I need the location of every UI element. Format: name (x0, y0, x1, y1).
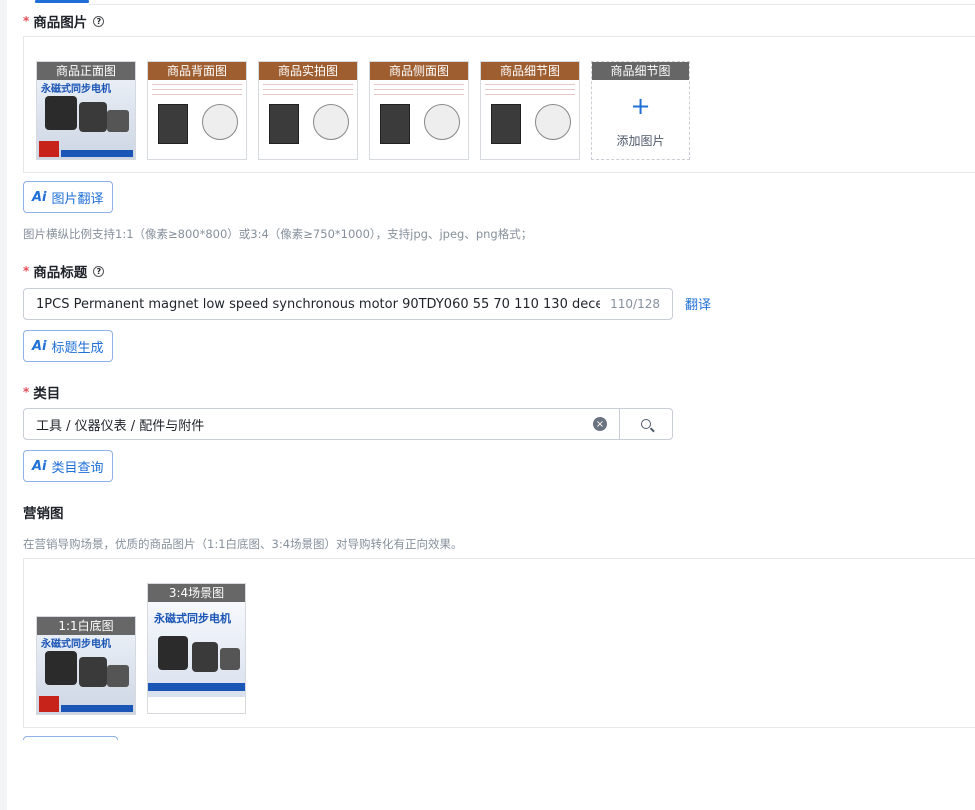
product-images-title: 商品图片 (33, 15, 88, 31)
thumb-overlay-text: 永磁式同步电机 (41, 84, 111, 95)
marketing-hint: 在营销导购场景，优质的商品图片（1:1白底图、3:4场景图）对导购转化有正向效果… (23, 537, 463, 551)
image-translate-button[interactable]: Ai 图片翻译 (23, 181, 113, 213)
category-query-button[interactable]: Ai 类目查询 (23, 450, 113, 482)
plus-icon: + (630, 92, 651, 120)
translate-link[interactable]: 翻译 (685, 294, 711, 313)
product-thumb-side[interactable]: 商品侧面图 (369, 61, 469, 160)
image-translate-label: 图片翻译 (51, 191, 104, 207)
thumb-caption: 1:1白底图 (37, 617, 135, 635)
required-mark: * (23, 385, 30, 399)
motor-drawing (370, 80, 468, 159)
required-mark: * (23, 264, 30, 278)
thumb-caption: 商品背面图 (148, 62, 246, 80)
next-ai-button-edge (23, 736, 118, 740)
category-value: 工具 / 仪器仪表 / 配件与附件 (36, 418, 205, 434)
form-card: * 商品图片 ? 永磁式同步电机 商品正面图 商品背面图 商品实拍图 商品侧面图… (7, 0, 975, 810)
thumb-caption: 商品实拍图 (259, 62, 357, 80)
motor-drawing (148, 80, 246, 159)
marketing-images-label: 营销图 (23, 502, 64, 522)
product-thumb-detail[interactable]: 商品细节图 (480, 61, 580, 160)
marketing-images-panel: 永磁式同步电机 1:1白底图 永磁式同步电机 3:4场景图 (23, 558, 975, 728)
product-title-label: * 商品标题 ? (23, 261, 105, 281)
product-thumb-back[interactable]: 商品背面图 (147, 61, 247, 160)
category-query-label: 类目查询 (51, 460, 104, 476)
motor-photo: 永磁式同步电机 (37, 80, 135, 159)
image-format-hint: 图片横纵比例支持1:1（像素≥800*800）或3:4（像素≥750*1000）… (23, 227, 533, 241)
product-thumb-real[interactable]: 商品实拍图 (258, 61, 358, 160)
ai-icon: Ai (32, 458, 47, 474)
category-input[interactable]: 工具 / 仪器仪表 / 配件与附件 × (23, 408, 620, 440)
ai-icon: Ai (32, 338, 47, 354)
motor-photo: 永磁式同步电机 (37, 635, 135, 714)
category-search-button[interactable] (620, 408, 673, 440)
thumb-caption: 商品侧面图 (370, 62, 468, 80)
search-icon (641, 419, 651, 429)
thumb-overlay-text: 永磁式同步电机 (41, 639, 111, 650)
scene-overlay-text: 永磁式同步电机 (154, 612, 231, 625)
title-generate-button[interactable]: Ai 标题生成 (23, 330, 113, 362)
product-thumb-front[interactable]: 永磁式同步电机 商品正面图 (36, 61, 136, 160)
thumb-caption: 商品细节图 (481, 62, 579, 80)
active-tab-indicator (35, 0, 89, 3)
product-title-input[interactable]: 1PCS Permanent magnet low speed synchron… (23, 288, 673, 320)
add-image-label: 添加图片 (616, 134, 665, 148)
thumb-caption: 3:4场景图 (148, 584, 245, 602)
required-mark: * (23, 14, 30, 28)
title-value: 1PCS Permanent magnet low speed synchron… (36, 296, 601, 312)
motor-drawing (481, 80, 579, 159)
product-images-panel: 永磁式同步电机 商品正面图 商品背面图 商品实拍图 商品侧面图 商品细节图 商品… (23, 36, 975, 173)
marketing-scene-image[interactable]: 永磁式同步电机 3:4场景图 (147, 583, 246, 714)
marketing-square-image[interactable]: 永磁式同步电机 1:1白底图 (36, 616, 136, 715)
help-icon[interactable]: ? (93, 265, 105, 277)
category-label: * 类目 (23, 382, 60, 402)
scene-photo: 永磁式同步电机 (148, 602, 245, 697)
clear-icon[interactable]: × (593, 417, 607, 431)
ai-icon: Ai (32, 189, 47, 205)
help-icon[interactable]: ? (93, 15, 105, 27)
add-box-caption: 商品细节图 (592, 62, 689, 80)
title-generate-label: 标题生成 (51, 340, 104, 356)
add-image-button[interactable]: 商品细节图 + 添加图片 (591, 61, 690, 160)
product-images-label: * 商品图片 ? (23, 11, 105, 31)
char-count: 110/128 (610, 297, 660, 311)
category-heading: 类目 (33, 386, 61, 402)
product-title-heading: 商品标题 (33, 265, 88, 281)
tab-divider (89, 4, 975, 5)
thumb-caption: 商品正面图 (37, 62, 135, 80)
motor-drawing (259, 80, 357, 159)
marketing-images-heading: 营销图 (23, 506, 64, 522)
